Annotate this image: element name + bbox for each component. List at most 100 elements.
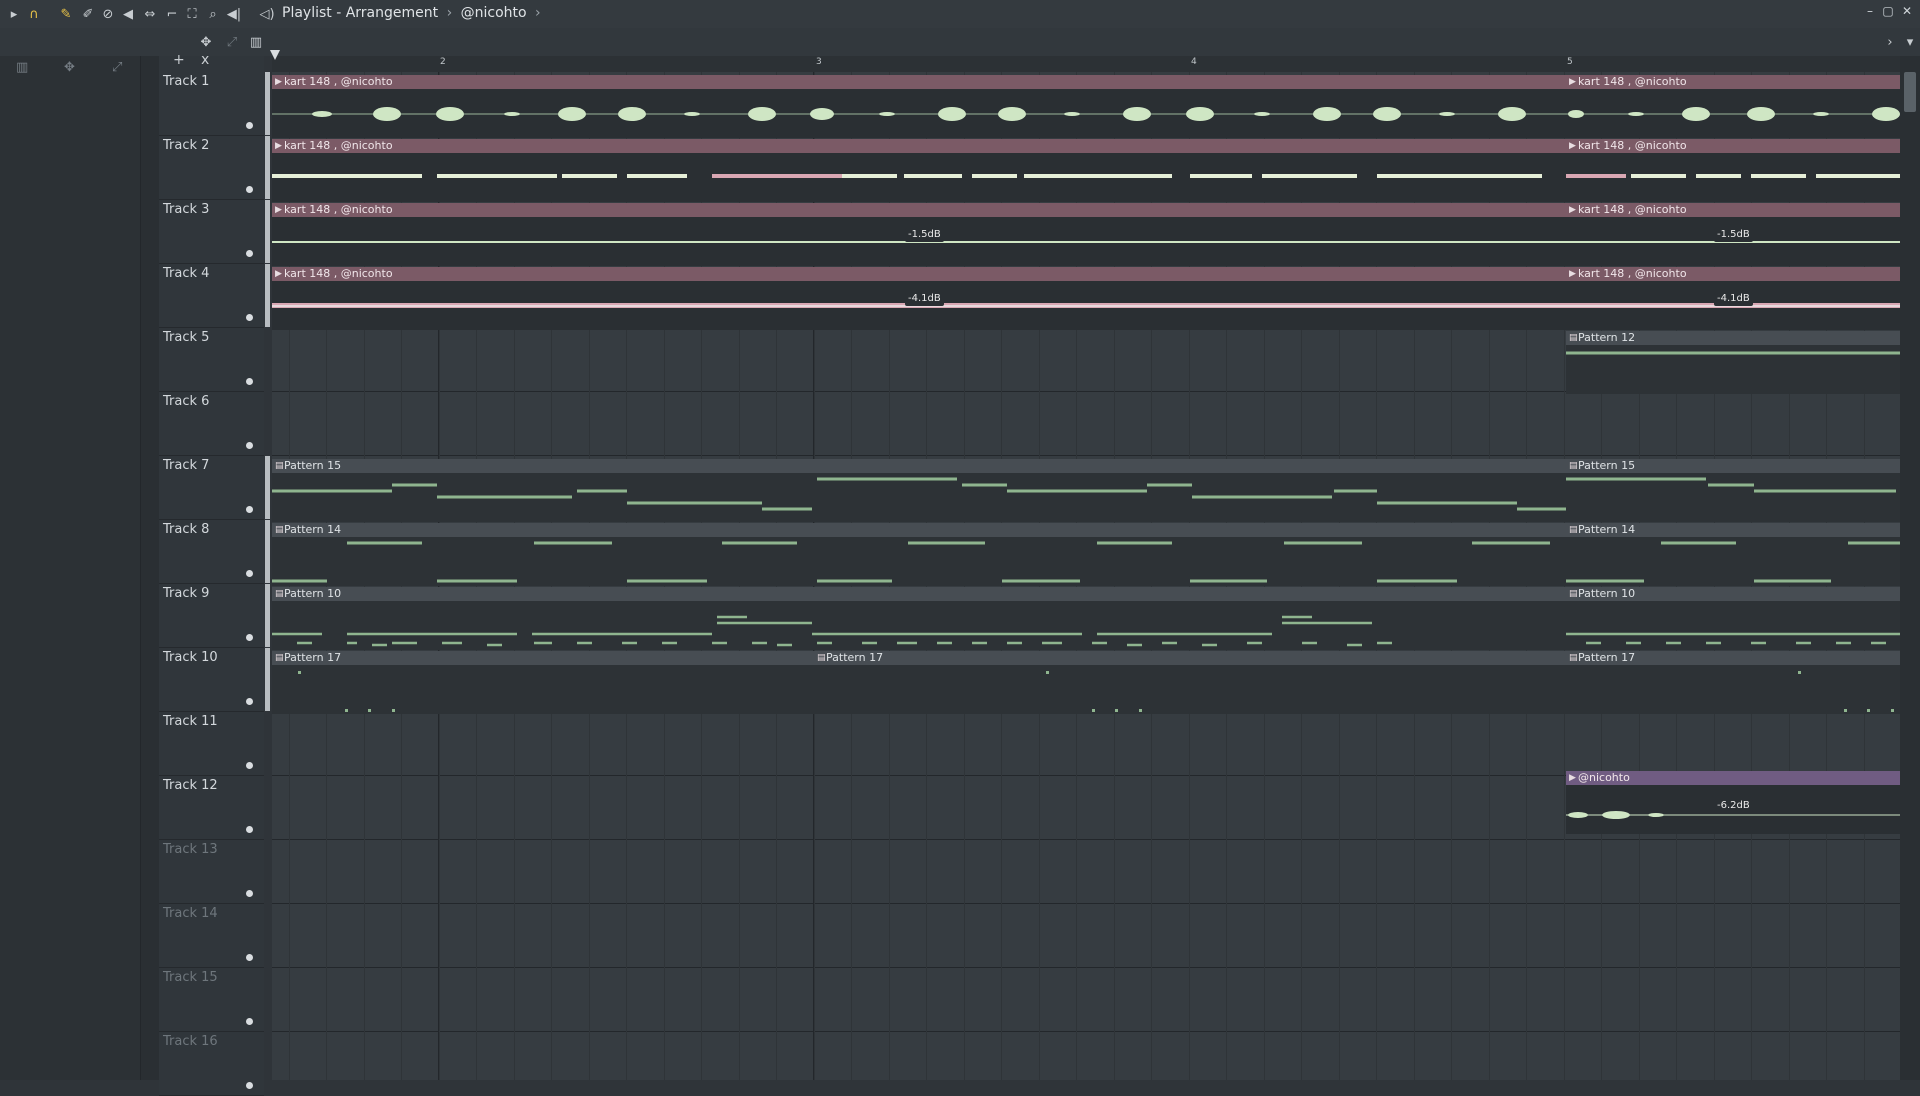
add-track-button[interactable]: + [173,52,185,68]
vertical-scroll-thumb[interactable] [1904,72,1916,112]
track-header[interactable]: Track 3 [159,200,270,264]
track-mute-dot[interactable] [246,698,253,705]
audio-clip-track4-b[interactable]: ▶ kart 148 , @nicohto -4.1dB [1566,267,1900,330]
zoom-icon[interactable]: ⌕ [203,4,223,24]
pattern-icon[interactable]: ▤ [1569,331,1578,345]
pattern-clip-track7-b[interactable]: ▤ Pattern 15 [1566,459,1900,522]
track-mute-dot[interactable] [246,954,253,961]
paint-icon[interactable]: ✐ [78,4,98,24]
track-header[interactable]: Track 6 [159,392,264,456]
pattern-clip-track8-b[interactable]: ▤ Pattern 14 [1566,523,1900,586]
pattern-icon[interactable]: ▤ [1569,523,1578,537]
close-button[interactable]: ✕ [1899,4,1915,20]
audio-clip-track12[interactable]: ▶ @nicohto -6.2dB [1566,771,1900,834]
vertical-scrollbar[interactable] [1900,56,1920,1080]
clip-menu-icon[interactable]: ▶ [275,75,282,89]
track-name[interactable]: Track 16 [163,1034,218,1049]
audio-clip-track1-a[interactable]: ▶ kart 148 , @nicohto [272,75,1568,138]
slip-icon[interactable]: ⇔ [140,4,160,24]
track-mute-dot[interactable] [246,890,253,897]
magnet-icon[interactable]: ∩ [24,4,44,24]
scroll-down-icon[interactable]: ▾ [1900,32,1920,52]
mute-icon[interactable]: ◀ [118,4,138,24]
minimize-button[interactable]: – [1862,4,1878,20]
pattern-icon[interactable]: ▤ [1569,587,1578,601]
playhead-marker[interactable] [270,50,280,60]
track-header[interactable]: Track 1 [159,72,270,136]
pattern-clip-track8-a[interactable]: ▤ Pattern 14 [272,523,1568,586]
move-picker-icon[interactable]: ✥ [64,60,75,75]
pattern-clip-track10-b[interactable]: ▤ Pattern 17 [814,651,1568,714]
scroll-right-icon[interactable]: › [1880,32,1900,52]
clip-menu-icon[interactable]: ▶ [1569,771,1576,785]
audio-clip-track1-b[interactable]: ▶ kart 148 , @nicohto [1566,75,1900,138]
track-header[interactable]: Track 16 [159,1032,264,1096]
track-mute-dot[interactable] [246,1018,253,1025]
track-header[interactable]: Track 7 [159,456,270,520]
track-name[interactable]: Track 2 [163,138,209,153]
track-name[interactable]: Track 4 [163,266,209,281]
track-header[interactable]: Track 2 [159,136,270,200]
move-icon[interactable]: ✥ [196,32,216,52]
track-mute-dot[interactable] [246,634,253,641]
pattern-icon[interactable]: ▤ [275,459,284,473]
track-name[interactable]: Track 13 [163,842,218,857]
pattern-picker-icon[interactable]: ▥ [16,60,28,75]
track-header[interactable]: Track 14 [159,904,264,968]
track-header[interactable]: Track 15 [159,968,264,1032]
speaker-icon[interactable]: ◁) [257,4,277,24]
track-header[interactable]: Track 13 [159,840,264,904]
pattern-clip-track5[interactable]: ▤ Pattern 12 [1566,331,1900,394]
track-name[interactable]: Track 3 [163,202,209,217]
track-mute-dot[interactable] [246,122,253,129]
audio-clip-track3-a[interactable]: ▶ kart 148 , @nicohto -1.5dB [272,203,1568,266]
pattern-icon[interactable]: ▤ [275,587,284,601]
pattern-icon[interactable]: ▤ [817,651,826,665]
track-header[interactable]: Track 9 [159,584,270,648]
remove-track-button[interactable]: x [201,52,209,68]
track-name[interactable]: Track 1 [163,74,209,89]
automation-icon[interactable]: ⤢ [112,60,122,75]
track-header[interactable]: Track 8 [159,520,270,584]
timeline-ruler[interactable]: 2 3 4 5 [272,56,1900,73]
clip-menu-icon[interactable]: ▶ [1569,139,1576,153]
clip-menu-icon[interactable]: ▶ [1569,267,1576,281]
track-header[interactable]: Track 10 [159,648,270,712]
pencil-icon[interactable]: ✎ [56,4,76,24]
pattern-clip-track9-a[interactable]: ▤ Pattern 10 [272,587,1568,650]
track-mute-dot[interactable] [246,826,253,833]
track-name[interactable]: Track 6 [163,394,209,409]
track-header[interactable]: Track 5 [159,328,264,392]
track-name[interactable]: Track 15 [163,970,218,985]
clip-menu-icon[interactable]: ▶ [275,203,282,217]
track-mute-dot[interactable] [246,314,253,321]
slice-icon[interactable]: ⌐ [162,4,182,24]
playlist-grid[interactable]: ▶ kart 148 , @nicohto ▶ kart 148 , @nicoht… [272,72,1900,1080]
pattern-icon[interactable]: ▤ [275,523,284,537]
clip-menu-icon[interactable]: ▶ [1569,75,1576,89]
track-name[interactable]: Track 11 [163,714,218,729]
restore-button[interactable]: ▢ [1880,4,1896,20]
track-name[interactable]: Track 9 [163,586,209,601]
audio-clip-track2-a[interactable]: ▶ kart 148 , @nicohto [272,139,1568,202]
playback-icon[interactable]: ◀| [224,4,244,24]
pattern-icon[interactable]: ▤ [1569,651,1578,665]
track-header[interactable]: Track 11 [159,712,264,776]
clip-menu-icon[interactable]: ▶ [275,267,282,281]
grid-view-icon[interactable]: ▥ [246,32,266,52]
pattern-clip-track7-a[interactable]: ▤ Pattern 15 [272,459,1568,522]
audio-clip-track2-b[interactable]: ▶ kart 148 , @nicohto [1566,139,1900,202]
track-mute-dot[interactable] [246,442,253,449]
clip-menu-icon[interactable]: ▶ [1569,203,1576,217]
track-name[interactable]: Track 10 [163,650,218,665]
track-mute-dot[interactable] [246,378,253,385]
track-header[interactable]: Track 12 [159,776,264,840]
pattern-icon[interactable]: ▤ [275,651,284,665]
track-mute-dot[interactable] [246,570,253,577]
track-mute-dot[interactable] [246,186,253,193]
track-mute-dot[interactable] [246,762,253,769]
pattern-icon[interactable]: ▤ [1569,459,1578,473]
clip-menu-icon[interactable]: ▶ [275,139,282,153]
pattern-clip-track9-b[interactable]: ▤ Pattern 10 [1566,587,1900,650]
pattern-clip-track10-c[interactable]: ▤ Pattern 17 [1566,651,1900,714]
